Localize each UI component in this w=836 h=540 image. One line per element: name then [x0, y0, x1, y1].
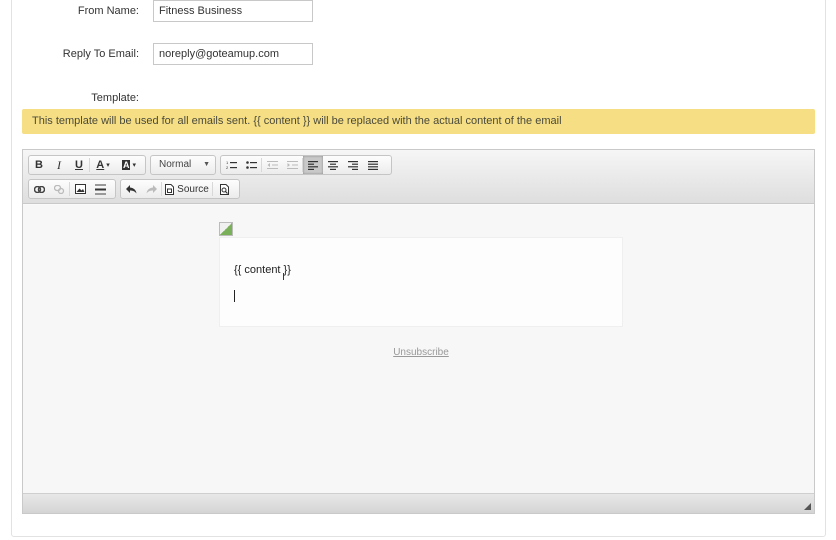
bg-color-icon: A: [121, 160, 131, 170]
outdent-button[interactable]: [262, 156, 282, 174]
justify-icon: [368, 160, 378, 170]
text-cursor-icon: I: [282, 272, 285, 283]
outdent-icon: [266, 161, 278, 169]
redo-button[interactable]: [141, 180, 161, 198]
align-center-icon: [328, 160, 338, 170]
editor-status-bar: [23, 493, 814, 513]
text-color-icon: A: [96, 159, 105, 171]
indent-button[interactable]: [282, 156, 302, 174]
reply-to-label: Reply To Email:: [62, 48, 139, 60]
email-body[interactable]: {{ content }} I: [219, 237, 623, 327]
format-select[interactable]: Normal ▼: [150, 155, 216, 175]
undo-button[interactable]: [121, 180, 141, 198]
horizontal-rule-icon: [94, 183, 106, 195]
resize-handle-icon[interactable]: [804, 503, 811, 510]
justify-button[interactable]: [363, 156, 383, 174]
unlink-icon: [53, 184, 64, 194]
template-label: Template:: [91, 92, 139, 104]
bold-button[interactable]: B: [29, 156, 49, 174]
image-icon: [74, 184, 86, 194]
indent-icon: [286, 161, 298, 169]
editor-content-area[interactable]: {{ content }} I Unsubscribe: [23, 205, 814, 495]
chevron-down-icon: ▾: [106, 162, 110, 169]
bullet-list-button[interactable]: [241, 156, 261, 174]
source-label: Source: [177, 183, 209, 195]
align-left-button[interactable]: [303, 156, 323, 174]
template-notice: This template will be used for all email…: [22, 109, 815, 134]
svg-text:2: 2: [226, 165, 229, 170]
reply-to-input[interactable]: [153, 43, 313, 65]
format-select-value: Normal: [159, 159, 192, 170]
source-button[interactable]: Source: [162, 180, 212, 198]
bullet-list-icon: [245, 161, 257, 169]
text-color-button[interactable]: A ▾: [90, 156, 116, 174]
numbered-list-button[interactable]: 12: [221, 156, 241, 174]
editor-toolbar: B I U A ▾ A ▾ Normal ▼ 12 Source: [23, 150, 814, 204]
italic-icon: I: [57, 157, 61, 172]
reply-to-row: Reply To Email:: [12, 43, 825, 65]
preview-icon: [219, 183, 229, 195]
unsubscribe-link[interactable]: Unsubscribe: [23, 347, 819, 358]
bg-color-button[interactable]: A ▾: [116, 156, 142, 174]
redo-icon: [146, 184, 157, 193]
chevron-down-icon: ▾: [132, 162, 136, 169]
align-right-icon: [348, 160, 358, 170]
template-row: Template:: [12, 87, 825, 109]
preview-button[interactable]: [213, 180, 235, 198]
basic-styles-group: B I U A ▾ A ▾: [28, 155, 146, 175]
paragraph-group: 12: [220, 155, 392, 175]
broken-image-icon: [219, 222, 233, 236]
rich-text-editor: B I U A ▾ A ▾ Normal ▼ 12 Source {{cont…: [22, 149, 815, 514]
chevron-down-icon: ▼: [203, 161, 210, 168]
align-right-button[interactable]: [343, 156, 363, 174]
from-name-row: From Name:: [12, 0, 825, 22]
source-icon: [165, 183, 175, 195]
numbered-list-icon: 12: [226, 160, 237, 170]
horizontal-rule-button[interactable]: [90, 180, 110, 198]
italic-button[interactable]: I: [49, 156, 69, 174]
insert-group: [28, 179, 116, 199]
underline-button[interactable]: U: [69, 156, 89, 174]
unlink-button[interactable]: [49, 180, 69, 198]
text-caret: [234, 290, 235, 302]
align-center-button[interactable]: [323, 156, 343, 174]
from-name-input[interactable]: [153, 0, 313, 22]
document-group: Source: [120, 179, 240, 199]
link-button[interactable]: [29, 180, 49, 198]
undo-icon: [125, 184, 136, 193]
link-icon: [33, 185, 45, 193]
bold-icon: B: [35, 159, 43, 171]
align-left-icon: [308, 160, 318, 170]
from-name-label: From Name:: [77, 5, 139, 17]
underline-icon: U: [75, 159, 83, 171]
image-button[interactable]: [70, 180, 90, 198]
